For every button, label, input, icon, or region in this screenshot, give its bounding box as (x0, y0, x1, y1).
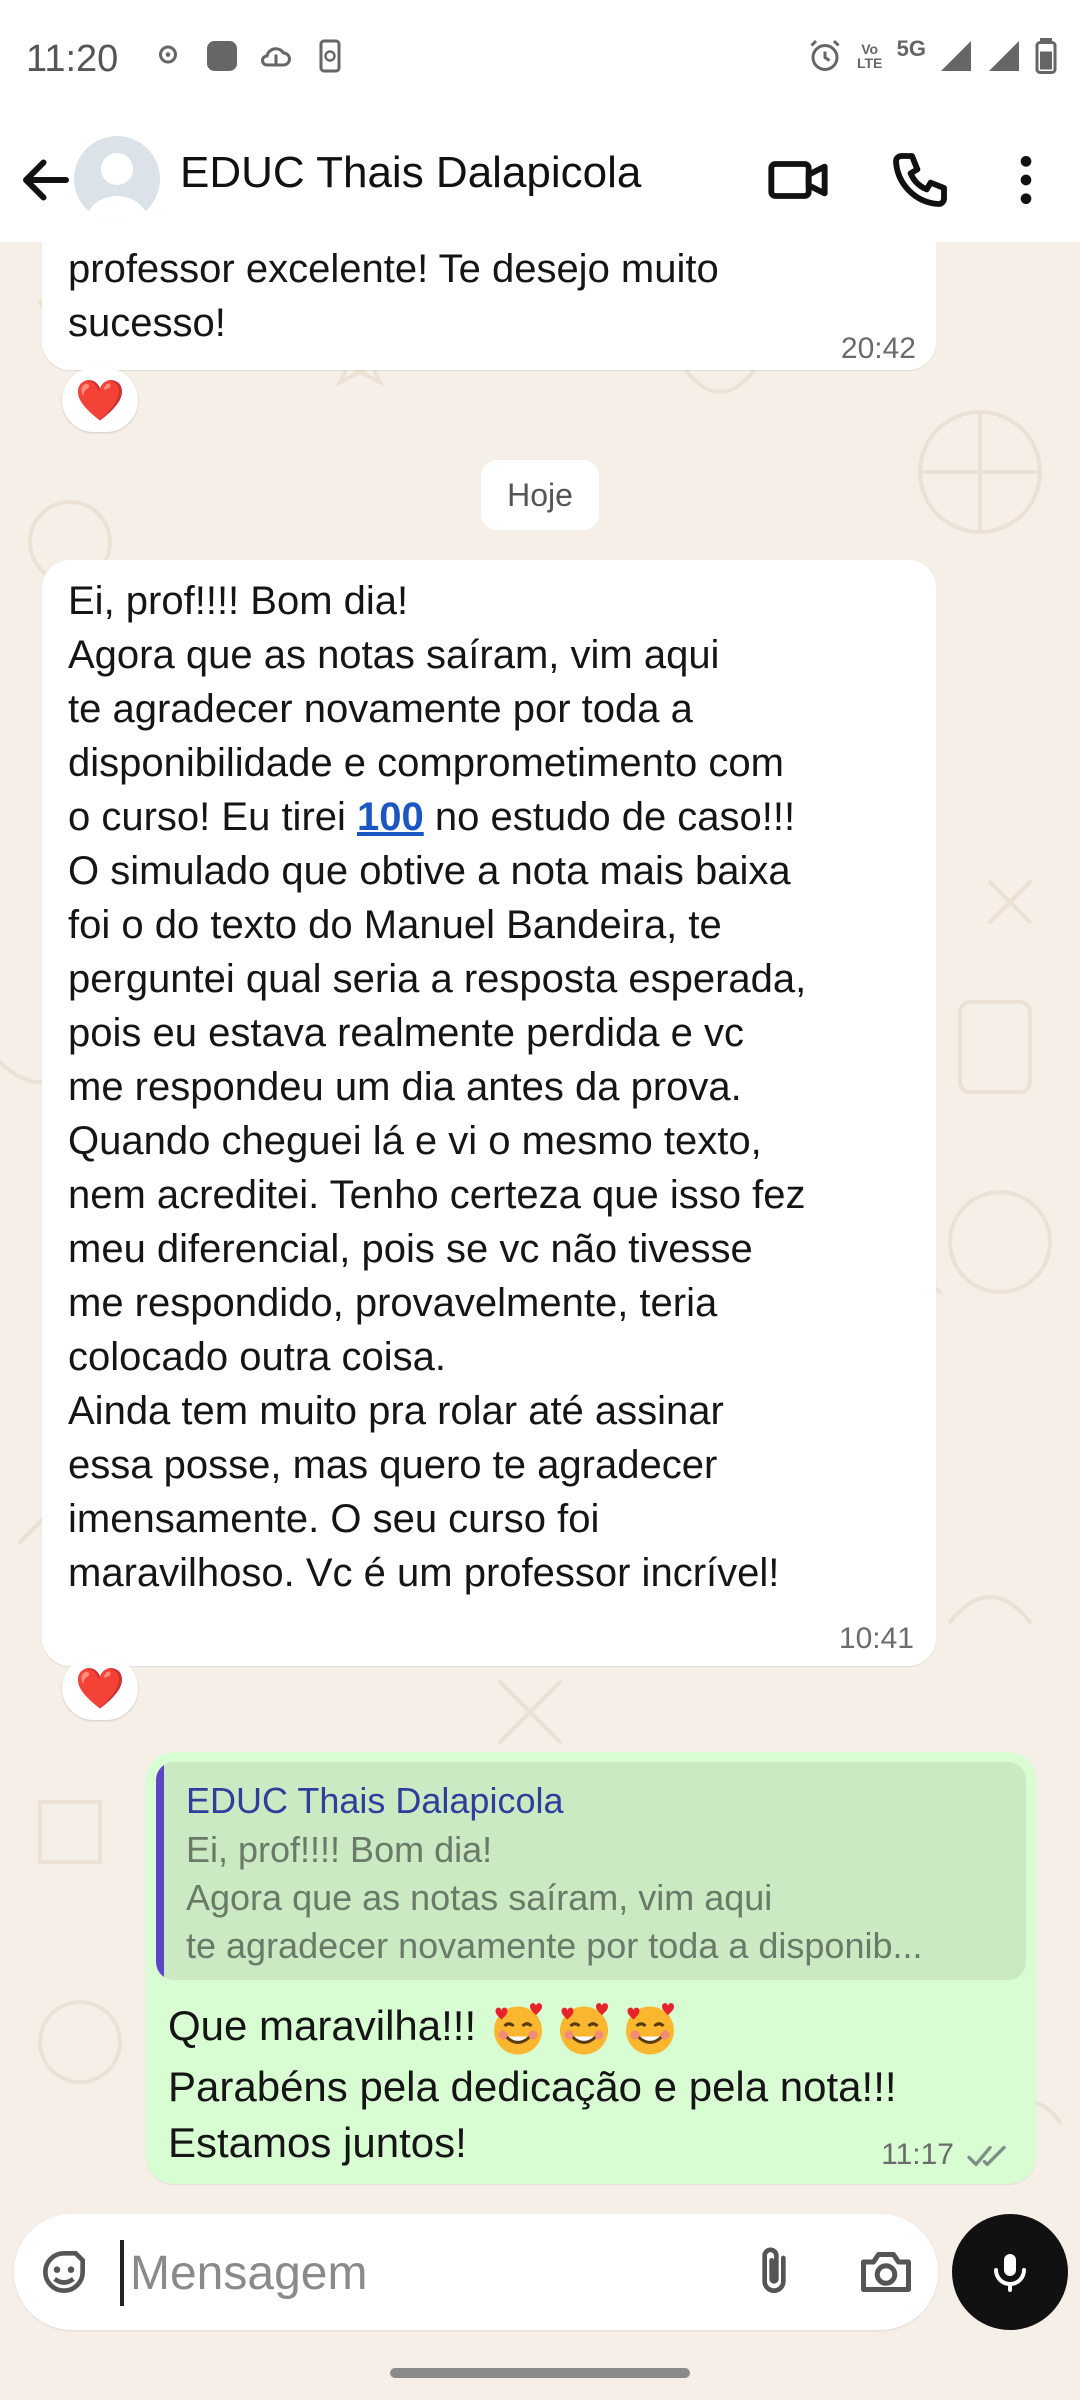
signal-icon (941, 41, 971, 71)
message-line: perguntei qual seria a resposta esperada… (68, 957, 807, 1001)
status-time: 11:20 (26, 38, 119, 80)
contact-name[interactable]: EDUC Thais Dalapicola (180, 148, 641, 198)
video-call-icon[interactable] (766, 148, 830, 212)
app-notification-icon (207, 41, 237, 71)
heart-reaction[interactable]: ❤️ (62, 1656, 138, 1720)
gesture-navigation-bar[interactable] (390, 2368, 690, 2378)
message-line: pois eu estava realmente perdida e vc (68, 1011, 744, 1055)
smiling-face-with-hearts-emoji (625, 2003, 674, 2055)
default-avatar-icon (86, 153, 148, 222)
text-cursor (120, 2240, 124, 2306)
emoji-group (488, 1999, 680, 2059)
battery-icon (1035, 38, 1057, 74)
chat-messages-area[interactable]: professor excelente! Te desejo muito suc… (0, 242, 1080, 2202)
status-notification-icons (150, 38, 348, 74)
message-line: Quando cheguei lá e vi o mesmo texto, (68, 1119, 762, 1163)
contact-avatar[interactable] (74, 136, 160, 222)
quote-line: Agora que as notas saíram, vim aqui (186, 1877, 773, 1918)
phone-sync-icon (319, 39, 341, 73)
camera-icon[interactable] (856, 2242, 916, 2302)
quote-accent-bar (156, 1762, 164, 1980)
quote-text: Ei, prof!!!! Bom dia! Agora que as notas… (186, 1826, 1006, 1970)
cloud-icon (261, 47, 291, 67)
message-line: maravilhoso. Vc é um professor incrível! (68, 1551, 780, 1595)
message-time: 11:17 (881, 2138, 954, 2171)
message-line: Ei, prof!!!! Bom dia! (68, 579, 409, 623)
message-line: Ainda tem muito pra rolar até assinar (68, 1389, 724, 1433)
message-line: essa posse, mas quero te agradecer (68, 1443, 718, 1487)
chat-header: EDUC Thais Dalapicola (0, 124, 1080, 242)
message-text: professor excelente! Te desejo muito suc… (68, 242, 719, 350)
message-input[interactable] (128, 2236, 712, 2310)
emoji-sticker-icon[interactable] (36, 2244, 92, 2300)
message-line: sucesso! (68, 301, 226, 345)
smiling-face-with-hearts-emoji (493, 2003, 542, 2055)
status-bar: 11:20 Vo LTE 5G (0, 0, 1080, 124)
message-line: colocado outra coisa. (68, 1335, 447, 1379)
message-time: 20:42 (840, 332, 916, 365)
message-line: meu diferencial, pois se vc não tivesse (68, 1227, 753, 1271)
message-line: o curso! Eu tirei 100 no estudo de caso!… (68, 790, 806, 844)
signal-icon-2 (989, 41, 1019, 71)
message-line: nem acreditei. Tenho certeza que isso fe… (68, 1173, 806, 1217)
voice-call-icon[interactable] (888, 148, 952, 212)
message-line: disponibilidade e comprometimento com (68, 741, 784, 785)
heart-icon: ❤️ (75, 1666, 125, 1711)
message-line: me respondeu um dia antes da prova. (68, 1065, 742, 1109)
date-divider-label: Hoje (507, 476, 573, 513)
more-options-icon[interactable] (994, 148, 1058, 212)
microphone-icon (994, 2254, 1026, 2292)
quote-sender-name: EDUC Thais Dalapicola (186, 1780, 564, 1821)
message-line: Estamos juntos! (168, 2118, 467, 2166)
message-line: foi o do texto do Manuel Bandeira, te (68, 903, 722, 947)
message-line-text: Que maravilha!!! (168, 2002, 477, 2049)
quoted-message[interactable]: EDUC Thais Dalapicola Ei, prof!!!! Bom d… (156, 1762, 1026, 1980)
message-line: te agradecer novamente por toda a (68, 687, 693, 731)
message-bubble-incoming-prev[interactable]: professor excelente! Te desejo muito suc… (42, 242, 936, 370)
back-arrow-icon[interactable] (16, 150, 76, 210)
score-link[interactable]: 100 (357, 795, 424, 839)
quote-line: Ei, prof!!!! Bom dia! (186, 1829, 493, 1870)
quote-line: te agradecer novamente por toda a dispon… (186, 1925, 923, 1966)
heart-reaction[interactable]: ❤️ (62, 368, 138, 432)
message-bubble-incoming[interactable]: Ei, prof!!!! Bom dia! Agora que as notas… (42, 560, 936, 1666)
message-line: Agora que as notas saíram, vim aqui (68, 633, 720, 677)
message-line-suffix: no estudo de caso!!! (423, 795, 796, 839)
message-line: O simulado que obtive a nota mais baixa (68, 849, 791, 893)
voice-message-button[interactable] (952, 2214, 1068, 2330)
volte-label: Vo LTE (856, 41, 883, 71)
attach-clip-icon[interactable] (746, 2242, 802, 2302)
message-line: me respondido, provavelmente, teria (68, 1281, 718, 1325)
message-text: Ei, prof!!!! Bom dia! Agora que as notas… (68, 574, 806, 1600)
smiling-face-with-hearts-emoji (559, 2003, 608, 2055)
message-line-prefix: o curso! Eu tirei (68, 795, 358, 839)
message-line: Que maravilha!!! (168, 1998, 897, 2059)
heart-icon: ❤️ (75, 378, 125, 423)
message-time: 10:41 (838, 1622, 914, 1655)
message-text: Que maravilha!!! Parabéns pela dedicação… (168, 1998, 897, 2171)
message-line: professor excelente! Te desejo muito (68, 247, 719, 291)
message-line: imensamente. O seu curso foi (68, 1497, 600, 1541)
message-bubble-outgoing[interactable]: EDUC Thais Dalapicola Ei, prof!!!! Bom d… (146, 1752, 1036, 2184)
status-system-icons: Vo LTE 5G (807, 36, 1058, 74)
message-composer (14, 2214, 938, 2330)
date-divider: Hoje (481, 460, 599, 530)
message-line: Parabéns pela dedicação e pela nota!!! (168, 2062, 897, 2110)
location-icon (159, 45, 177, 64)
read-receipt-double-check-icon (967, 2145, 1006, 2167)
alarm-icon (810, 39, 840, 71)
network-label: 5G (896, 36, 926, 61)
